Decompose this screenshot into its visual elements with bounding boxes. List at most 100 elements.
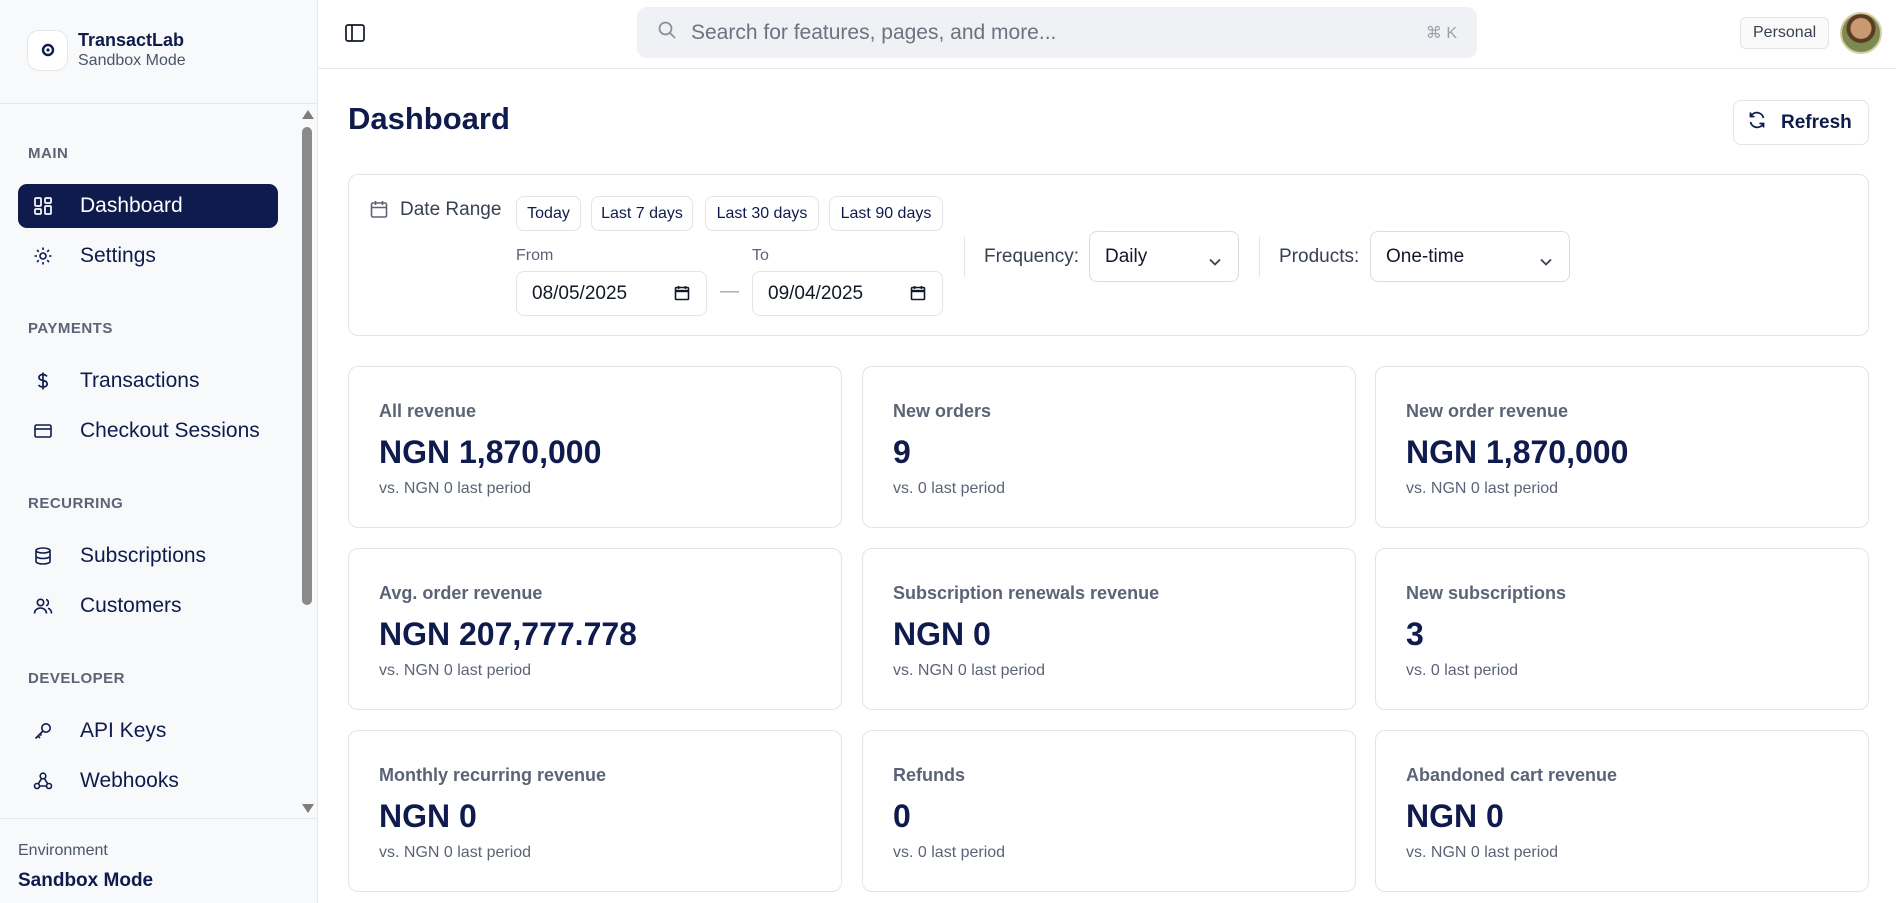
metric-value: NGN 0 (1406, 798, 1504, 834)
topbar: Search for features, pages, and more... … (318, 0, 1896, 69)
frequency-label: Frequency: (984, 246, 1080, 267)
metric-value: NGN 207,777.778 (379, 616, 637, 652)
calendar-picker-icon[interactable] (674, 285, 690, 307)
metric-title: Monthly recurring revenue (379, 765, 607, 785)
sidebar-item-label: Customers (80, 594, 182, 617)
metric-value: NGN 0 (893, 616, 991, 652)
sidebar-item-label: Settings (80, 244, 156, 267)
metric-value: NGN 1,870,000 (379, 434, 602, 470)
search-bar[interactable]: Search for features, pages, and more... … (637, 7, 1477, 58)
metric-title: Abandoned cart revenue (1406, 765, 1618, 785)
to-date-value: 09/04/2025 (768, 282, 864, 304)
users-icon (32, 595, 54, 617)
grid-icon (32, 195, 54, 217)
search-shortcut: ⌘ K (1425, 24, 1457, 42)
metric-comparison: vs. 0 last period (893, 844, 1006, 861)
account-badge[interactable]: Personal (1740, 17, 1830, 49)
metric-card-abandoned-cart-revenue: Abandoned cart revenue NGN 0 vs. NGN 0 l… (1375, 730, 1869, 892)
metric-card-new-order-revenue: New order revenue NGN 1,870,000 vs. NGN … (1375, 366, 1869, 528)
sidebar-item-transactions[interactable]: Transactions (18, 359, 278, 403)
from-date-input[interactable]: 08/05/2025 (516, 271, 707, 316)
refresh-button[interactable]: Refresh (1733, 100, 1869, 145)
metric-card-new-subscriptions: New subscriptions 3 vs. 0 last period (1375, 548, 1869, 710)
metric-title: New subscriptions (1406, 583, 1567, 603)
filter-panel: Date Range Today Last 7 days Last 30 day… (348, 174, 1869, 336)
section-label-recurring: RECURRING (28, 495, 124, 512)
avatar[interactable] (1840, 12, 1882, 54)
sidebar: TransactLab Sandbox Mode MAIN Dashboard … (0, 0, 318, 903)
metric-comparison: vs. NGN 0 last period (1406, 480, 1559, 497)
brand-name: TransactLab (78, 30, 185, 50)
section-label-developer: DEVELOPER (28, 670, 126, 687)
scrollbar-thumb[interactable] (302, 127, 312, 605)
metric-value: 3 (1406, 616, 1424, 652)
refresh-icon (1747, 110, 1767, 135)
sidebar-item-label: Checkout Sessions (80, 419, 260, 442)
sidebar-item-customers[interactable]: Customers (18, 584, 278, 628)
app-root: TransactLab Sandbox Mode MAIN Dashboard … (0, 0, 1896, 903)
to-date-input[interactable]: 09/04/2025 (752, 271, 943, 316)
dollar-icon (32, 370, 54, 392)
search-icon (657, 20, 677, 45)
sidebar-item-label: Transactions (80, 369, 200, 392)
metric-comparison: vs. NGN 0 last period (379, 844, 532, 861)
sidebar-item-settings[interactable]: Settings (18, 234, 278, 278)
sidebar-item-checkout-sessions[interactable]: Checkout Sessions (18, 409, 278, 453)
environment-panel: Environment Sandbox Mode (0, 818, 317, 903)
metric-title: New order revenue (1406, 401, 1569, 421)
sidebar-item-webhooks[interactable]: Webhooks (18, 759, 278, 803)
divider (964, 237, 965, 277)
gear-icon (32, 245, 54, 267)
metric-comparison: vs. 0 last period (893, 480, 1006, 497)
frequency-select[interactable]: Daily (1089, 231, 1239, 282)
metric-card-monthly-recurring-revenue: Monthly recurring revenue NGN 0 vs. NGN … (348, 730, 842, 892)
metric-value: 9 (893, 434, 911, 470)
sidebar-nav: MAIN Dashboard Settings PAYMENTS Transac… (0, 105, 298, 818)
metric-value: 0 (893, 798, 911, 834)
metric-value: NGN 0 (379, 798, 477, 834)
brand-logo-icon (27, 29, 68, 71)
metric-comparison: vs. NGN 0 last period (1406, 844, 1559, 861)
scroll-up-arrow-icon[interactable] (302, 110, 314, 119)
scroll-down-arrow-icon[interactable] (302, 804, 314, 813)
chevron-down-icon (1208, 251, 1222, 273)
sidebar-scrollbar[interactable] (298, 105, 316, 818)
section-label-main: MAIN (28, 145, 69, 162)
metric-card-all-revenue: All revenue NGN 1,870,000 vs. NGN 0 last… (348, 366, 842, 528)
search-input[interactable]: Search for features, pages, and more... (691, 21, 1426, 45)
calendar-picker-icon[interactable] (910, 285, 926, 307)
preset-last-30-days-button[interactable]: Last 30 days (705, 196, 819, 231)
brand-header[interactable]: TransactLab Sandbox Mode (0, 0, 317, 104)
metric-title: Avg. order revenue (379, 583, 543, 603)
metric-comparison: vs. NGN 0 last period (379, 662, 532, 679)
metric-card-subscription-renewals-revenue: Subscription renewals revenue NGN 0 vs. … (862, 548, 1356, 710)
products-select[interactable]: One-time (1370, 231, 1570, 282)
sidebar-item-api-keys[interactable]: API Keys (18, 709, 278, 753)
preset-last-7-days-button[interactable]: Last 7 days (591, 196, 693, 231)
section-label-payments: PAYMENTS (28, 320, 113, 337)
metric-comparison: vs. NGN 0 last period (379, 480, 532, 497)
sidebar-item-label: API Keys (80, 719, 167, 742)
brand-subtitle: Sandbox Mode (78, 52, 186, 69)
chevron-down-icon (1539, 251, 1553, 273)
divider (1259, 237, 1260, 277)
sidebar-item-label: Webhooks (80, 769, 179, 792)
metric-title: Refunds (893, 765, 965, 785)
preset-today-button[interactable]: Today (516, 196, 581, 231)
metric-title: Subscription renewals revenue (893, 583, 1160, 603)
database-icon (32, 545, 54, 567)
sidebar-item-dashboard[interactable]: Dashboard (18, 184, 278, 228)
to-label: To (752, 247, 769, 264)
sidebar-toggle-icon[interactable] (344, 22, 366, 44)
date-range-label: Date Range (400, 199, 502, 220)
card-icon (32, 420, 54, 442)
from-date-value: 08/05/2025 (532, 282, 628, 304)
environment-value: Sandbox Mode (18, 870, 154, 891)
from-label: From (516, 247, 554, 264)
environment-label: Environment (18, 842, 108, 859)
metric-card-new-orders: New orders 9 vs. 0 last period (862, 366, 1356, 528)
preset-last-90-days-button[interactable]: Last 90 days (829, 196, 943, 231)
metric-comparison: vs. 0 last period (1406, 662, 1519, 679)
sidebar-item-subscriptions[interactable]: Subscriptions (18, 534, 278, 578)
metric-card-avg-order-revenue: Avg. order revenue NGN 207,777.778 vs. N… (348, 548, 842, 710)
